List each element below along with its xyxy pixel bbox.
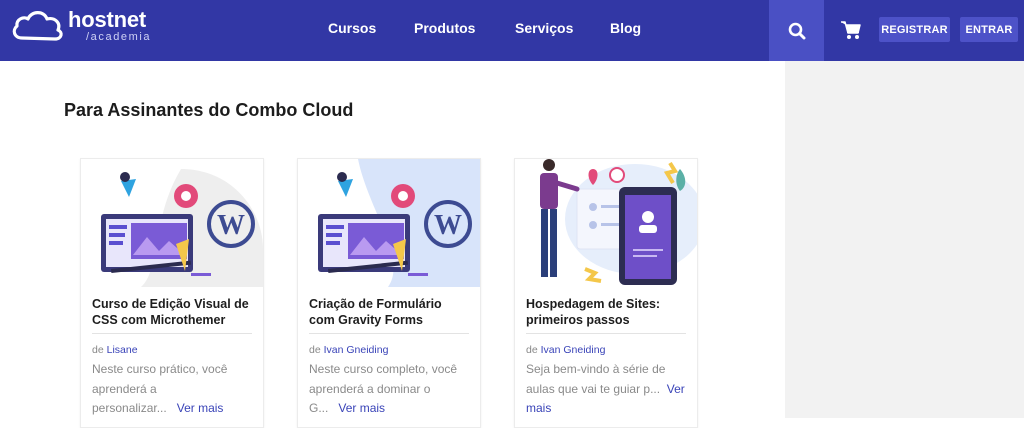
course-description: Seja bem-vindo à série de aulas que vai …	[526, 360, 686, 419]
top-navigation-bar: hostnet /academia Cursos Produtos Serviç…	[0, 0, 1024, 61]
svg-text:W: W	[434, 210, 462, 241]
course-author: de Lisane	[92, 344, 138, 356]
course-description: Neste curso prático, você aprenderá a pe…	[92, 360, 252, 419]
register-button[interactable]: REGISTRAR	[879, 17, 950, 42]
author-prefix: de	[526, 344, 538, 356]
author-link[interactable]: Ivan Gneiding	[324, 344, 389, 356]
course-title[interactable]: Curso de Edição Visual de CSS com Microt…	[92, 296, 252, 328]
nav-item-produtos[interactable]: Produtos	[414, 20, 475, 36]
description-line: Neste curso prático, você	[92, 362, 228, 376]
description-line: aprenderá a	[92, 381, 157, 396]
course-thumbnail[interactable]	[515, 159, 697, 287]
divider	[92, 333, 252, 334]
cart-icon[interactable]	[840, 19, 862, 41]
course-author: de Ivan Gneiding	[526, 344, 605, 356]
description-line: aprenderá a dominar o	[309, 381, 431, 396]
course-author: de Ivan Gneiding	[309, 344, 388, 356]
see-more-link[interactable]: Ver mais	[338, 401, 385, 415]
nav-item-blog[interactable]: Blog	[610, 20, 641, 36]
right-sidebar	[785, 61, 1024, 418]
course-thumbnail[interactable]: W	[298, 159, 480, 287]
search-button[interactable]	[769, 0, 824, 61]
search-icon	[788, 22, 805, 39]
course-card[interactable]: W Curso de Edição Visual de CSS com Micr…	[80, 158, 264, 428]
author-prefix: de	[92, 344, 104, 356]
brand-name: hostnet	[68, 7, 147, 32]
section-title: Para Assinantes do Combo Cloud	[64, 100, 354, 120]
svg-text:W: W	[217, 210, 245, 241]
login-button[interactable]: ENTRAR	[960, 17, 1018, 42]
author-prefix: de	[309, 344, 321, 356]
description-line: G...	[309, 401, 329, 415]
course-description: Neste curso completo, você aprenderá a d…	[309, 360, 469, 419]
description-line: aulas que vai te guiar p...	[526, 381, 661, 396]
cloud-logo-icon	[12, 11, 63, 41]
nav-item-servicos[interactable]: Serviços	[515, 20, 573, 36]
description-line: Seja bem-vindo à série de	[526, 362, 666, 376]
course-card[interactable]: W Criação de Formulário com Gravity Form…	[297, 158, 481, 428]
nav-item-cursos[interactable]: Cursos	[328, 20, 376, 36]
author-link[interactable]: Lisane	[107, 344, 138, 356]
brand-logo[interactable]: hostnet /academia	[10, 8, 151, 44]
brand-subtitle: /academia	[86, 31, 152, 43]
description-line: personalizar...	[92, 401, 167, 415]
author-link[interactable]: Ivan Gneiding	[541, 344, 606, 356]
course-card[interactable]: Hospedagem de Sites: primeiros passos de…	[514, 158, 698, 428]
course-title[interactable]: Hospedagem de Sites: primeiros passos	[526, 296, 686, 328]
course-thumbnail[interactable]: W	[81, 159, 263, 287]
course-title[interactable]: Criação de Formulário com Gravity Forms	[309, 296, 469, 328]
divider	[309, 333, 469, 334]
description-line: Neste curso completo, você	[309, 362, 458, 376]
divider	[526, 333, 686, 334]
see-more-link[interactable]: Ver mais	[177, 401, 224, 415]
